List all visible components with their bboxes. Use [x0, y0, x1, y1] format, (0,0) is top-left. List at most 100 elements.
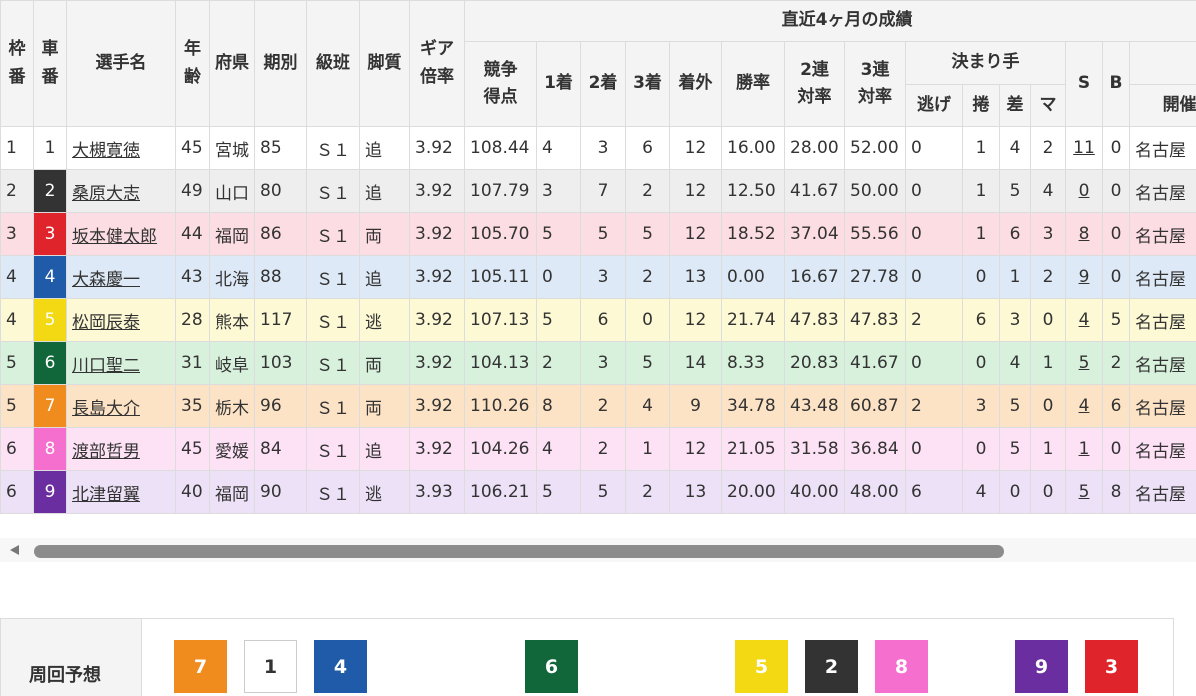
sashi-cell: 3: [1000, 299, 1031, 342]
header-rate2: 2連対率: [785, 42, 845, 127]
s-count-link[interactable]: 8: [1079, 224, 1090, 244]
second-cell: 5: [581, 471, 626, 514]
player-name-link[interactable]: 渡部哲男: [72, 442, 140, 462]
s-count-link[interactable]: 4: [1079, 310, 1090, 330]
score-cell: 104.13: [465, 342, 537, 385]
lap-prediction-chip: 7: [174, 640, 227, 693]
venue-cell: 名古屋: [1130, 471, 1196, 514]
prefecture-cell: 愛媛: [210, 428, 255, 471]
player-name-link[interactable]: 大森慶一: [72, 270, 140, 290]
s-count-link[interactable]: 0: [1079, 181, 1090, 201]
class-cell: Ｓ１: [307, 342, 360, 385]
style-cell: 追: [360, 127, 410, 170]
score-cell: 107.79: [465, 170, 537, 213]
win-rate-cell: 20.00: [722, 471, 785, 514]
scrollbar-thumb[interactable]: [34, 545, 1004, 558]
s-count-link[interactable]: 9: [1079, 267, 1090, 287]
age-cell: 49: [176, 170, 210, 213]
b-count-cell: 0: [1103, 213, 1130, 256]
rate2-cell: 43.48: [785, 385, 845, 428]
header-sashi: 差: [1000, 85, 1031, 127]
table-row: 44大森慶一43北海88Ｓ１追3.92105.11032130.0016.672…: [1, 256, 1196, 299]
player-name-link[interactable]: 坂本健太郎: [72, 227, 157, 247]
player-name-link[interactable]: 松岡辰泰: [72, 313, 140, 333]
s-count-cell: 11: [1066, 127, 1103, 170]
rate3-cell: 60.87: [845, 385, 906, 428]
term-cell: 117: [255, 299, 307, 342]
first-cell: 5: [537, 299, 581, 342]
rate2-cell: 31.58: [785, 428, 845, 471]
third-cell: 4: [626, 385, 670, 428]
s-count-link[interactable]: 4: [1079, 396, 1090, 416]
car-number-cell: 4: [34, 256, 67, 299]
age-cell: 45: [176, 428, 210, 471]
waku-cell: 3: [1, 213, 34, 256]
horizontal-scrollbar[interactable]: [0, 538, 1196, 562]
rate3-cell: 27.78: [845, 256, 906, 299]
makuri-cell: 1: [963, 170, 1000, 213]
rate3-cell: 55.56: [845, 213, 906, 256]
rate3-cell: 36.84: [845, 428, 906, 471]
out-cell: 12: [670, 299, 722, 342]
second-cell: 3: [581, 342, 626, 385]
car-number-cell: 9: [34, 471, 67, 514]
s-count-link[interactable]: 11: [1073, 138, 1095, 158]
rate2-cell: 20.83: [785, 342, 845, 385]
score-cell: 108.44: [465, 127, 537, 170]
nige-cell: 2: [906, 299, 963, 342]
out-cell: 12: [670, 170, 722, 213]
b-count-cell: 5: [1103, 299, 1130, 342]
header-ma: マ: [1031, 85, 1066, 127]
player-name-link[interactable]: 長島大介: [72, 399, 140, 419]
gear-cell: 3.92: [410, 428, 465, 471]
rate3-cell: 52.00: [845, 127, 906, 170]
entry-table-body: 11大槻寛徳45宮城85Ｓ１追3.92108.444361216.0028.00…: [1, 127, 1196, 514]
player-name-link[interactable]: 北津留翼: [72, 485, 140, 505]
sashi-cell: 5: [1000, 428, 1031, 471]
win-rate-cell: 21.05: [722, 428, 785, 471]
s-count-cell: 4: [1066, 299, 1103, 342]
waku-cell: 5: [1, 342, 34, 385]
player-name-link[interactable]: 川口聖二: [72, 356, 140, 376]
s-count-link[interactable]: 1: [1079, 439, 1090, 459]
header-second: 2着: [581, 42, 626, 127]
waku-cell: 2: [1, 170, 34, 213]
ma-cell: 0: [1031, 299, 1066, 342]
out-cell: 13: [670, 256, 722, 299]
first-cell: 4: [537, 127, 581, 170]
age-cell: 45: [176, 127, 210, 170]
venue-cell: 名古屋: [1130, 170, 1196, 213]
player-name-link[interactable]: 桑原大志: [72, 184, 140, 204]
player-name-link[interactable]: 大槻寛徳: [72, 141, 140, 161]
third-cell: 1: [626, 428, 670, 471]
lap-prediction-chip: 3: [1085, 640, 1138, 693]
gear-cell: 3.92: [410, 256, 465, 299]
rate2-cell: 40.00: [785, 471, 845, 514]
player-name-cell: 大森慶一: [67, 256, 176, 299]
header-win-rate: 勝率: [722, 42, 785, 127]
s-count-link[interactable]: 5: [1079, 482, 1090, 502]
third-cell: 2: [626, 471, 670, 514]
win-rate-cell: 34.78: [722, 385, 785, 428]
score-cell: 105.70: [465, 213, 537, 256]
s-count-cell: 9: [1066, 256, 1103, 299]
car-number-cell: 5: [34, 299, 67, 342]
s-count-link[interactable]: 5: [1079, 353, 1090, 373]
prefecture-cell: 岐阜: [210, 342, 255, 385]
b-count-cell: 2: [1103, 342, 1130, 385]
ma-cell: 0: [1031, 471, 1066, 514]
scroll-left-arrow-icon[interactable]: [10, 545, 19, 555]
second-cell: 2: [581, 428, 626, 471]
table-row: 11大槻寛徳45宮城85Ｓ１追3.92108.444361216.0028.00…: [1, 127, 1196, 170]
sashi-cell: 4: [1000, 342, 1031, 385]
lap-prediction-chip: 4: [314, 640, 367, 693]
makuri-cell: 0: [963, 428, 1000, 471]
s-count-cell: 8: [1066, 213, 1103, 256]
waku-cell: 5: [1, 385, 34, 428]
lap-prediction-chip: 2: [805, 640, 858, 693]
car-number-badge: 6: [34, 342, 66, 384]
b-count-cell: 6: [1103, 385, 1130, 428]
lap-prediction-label: 周回予想: [29, 661, 101, 687]
lap-prediction-chip: 5: [735, 640, 788, 693]
table-row: 22桑原大志49山口80Ｓ１追3.92107.793721212.5041.67…: [1, 170, 1196, 213]
